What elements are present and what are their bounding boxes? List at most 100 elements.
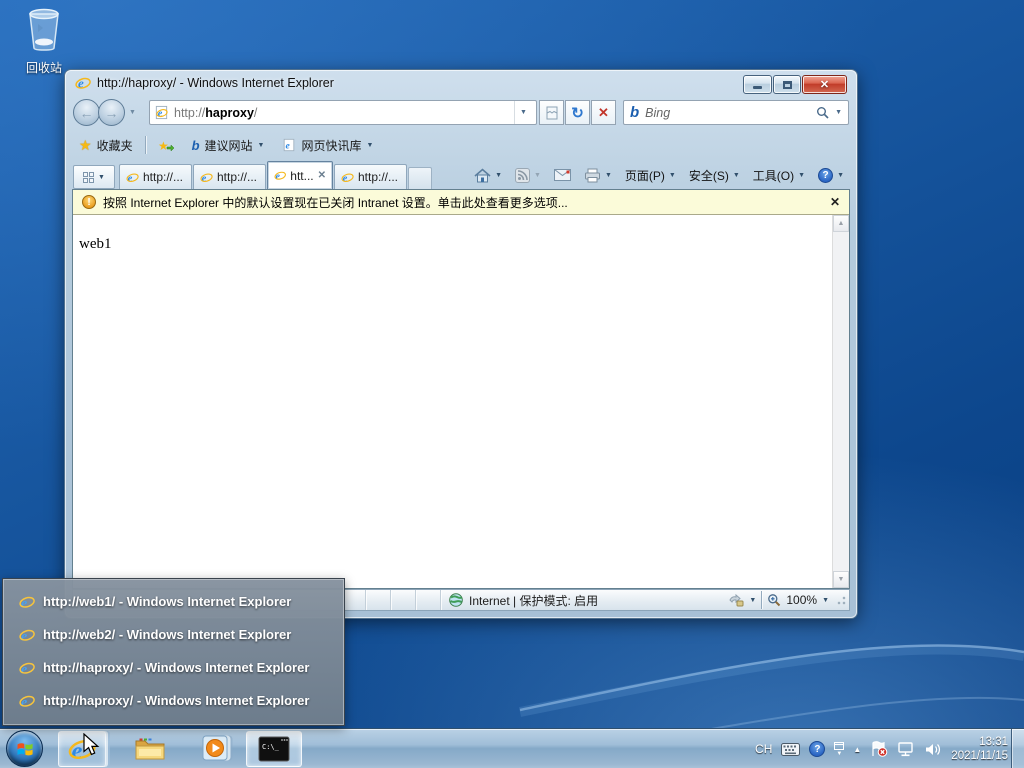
suggested-sites-button[interactable]: b 建议网站 ▼ xyxy=(186,134,271,157)
show-hidden-icons-button[interactable]: ▲ xyxy=(853,745,861,754)
close-button[interactable]: ✕ xyxy=(802,75,847,94)
read-mail-button[interactable] xyxy=(549,167,576,183)
ie-icon: e xyxy=(341,171,354,184)
security-zone: Internet | 保护模式: 启用 xyxy=(441,592,606,609)
keyboard-icon[interactable] xyxy=(781,743,800,756)
zoom-dropdown[interactable]: ▼ xyxy=(822,597,829,604)
chevron-down-icon: ▼ xyxy=(837,172,844,179)
taskbar-clock[interactable]: 13:31 2021/11/15 xyxy=(951,735,1008,764)
tray-help-icon[interactable]: ? xyxy=(809,741,825,757)
information-bar-text[interactable]: 按照 Internet Explorer 中的默认设置现在已关闭 Intrane… xyxy=(103,194,568,211)
add-favorites-bar-button[interactable]: ★ xyxy=(152,135,180,155)
safety-menu-button[interactable]: 安全(S) ▼ xyxy=(684,165,745,186)
internet-globe-icon xyxy=(449,593,463,607)
tools-menu-button[interactable]: 工具(O) ▼ xyxy=(748,165,810,186)
web-slices-button[interactable]: e 网页快讯库 ▼ xyxy=(276,134,379,157)
refresh-button[interactable]: ↻ xyxy=(565,100,590,125)
page-menu-button[interactable]: 页面(P) ▼ xyxy=(620,165,681,186)
ie-icon: e xyxy=(19,594,35,610)
chevron-down-icon: ▼ xyxy=(367,142,374,149)
tab-label: http://... xyxy=(358,170,398,184)
back-icon: ← xyxy=(80,105,94,121)
window-list-item[interactable]: e http://haproxy/ - Windows Internet Exp… xyxy=(3,651,344,684)
safety-menu-label: 安全(S) xyxy=(689,167,729,184)
window-list-item[interactable]: e http://haproxy/ - Windows Internet Exp… xyxy=(3,684,344,717)
suggested-sites-icon: b xyxy=(192,138,200,153)
printer-icon xyxy=(584,168,601,183)
taskbar-cmd-button[interactable]: C:\_ xyxy=(246,731,302,767)
forward-icon: → xyxy=(105,105,119,121)
forward-button[interactable]: → xyxy=(98,99,125,126)
window-list-item[interactable]: e http://web1/ - Windows Internet Explor… xyxy=(3,585,344,618)
search-icon[interactable] xyxy=(816,106,829,119)
tools-menu-label: 工具(O) xyxy=(753,167,794,184)
home-button[interactable]: ▼ xyxy=(469,166,507,185)
volume-icon[interactable] xyxy=(924,742,942,757)
resize-grip[interactable] xyxy=(836,595,846,605)
chevron-down-icon: ▼ xyxy=(669,172,676,179)
quick-tabs-button[interactable]: ▼ xyxy=(73,165,115,189)
folder-icon xyxy=(134,736,166,762)
web-slices-label: 网页快讯库 xyxy=(301,137,361,154)
warning-icon: ! xyxy=(82,195,96,209)
address-dropdown[interactable]: ▼ xyxy=(514,101,532,124)
page-body-text: web1 xyxy=(73,215,832,253)
address-text[interactable]: http://haproxy/ xyxy=(174,106,509,120)
action-center-flag-icon[interactable] xyxy=(870,741,888,757)
page-content: web1 xyxy=(73,215,832,588)
window-list-label: http://web1/ - Windows Internet Explorer xyxy=(43,594,291,609)
zoom-level[interactable]: 100% xyxy=(786,593,817,607)
scroll-up-button[interactable]: ▲ xyxy=(833,215,849,232)
stop-button[interactable]: ✕ xyxy=(591,100,616,125)
address-bar[interactable]: e http://haproxy/ ▼ xyxy=(149,100,537,125)
maximize-button[interactable] xyxy=(773,75,801,94)
scroll-down-button[interactable]: ▼ xyxy=(833,571,849,588)
tab-4[interactable]: e http://... xyxy=(334,164,407,189)
network-icon[interactable] xyxy=(897,742,915,757)
taskbar: e C:\_ xyxy=(0,728,1024,768)
information-bar-close-icon[interactable]: ✕ xyxy=(830,195,840,209)
start-button[interactable] xyxy=(6,730,43,767)
back-button[interactable]: ← xyxy=(73,99,100,126)
show-desktop-button[interactable] xyxy=(1011,729,1024,768)
windows-logo-icon xyxy=(15,739,35,759)
history-dropdown[interactable]: ▼ xyxy=(129,109,136,116)
recycle-bin-icon xyxy=(24,6,64,52)
taskbar-explorer-button[interactable] xyxy=(128,731,172,767)
new-tab-button[interactable] xyxy=(408,167,432,189)
status-segment xyxy=(366,590,391,610)
help-menu-button[interactable]: ? ▼ xyxy=(813,166,849,185)
taskbar-media-player-button[interactable] xyxy=(194,731,238,767)
print-button[interactable]: ▼ xyxy=(579,166,617,185)
tab-1[interactable]: e http://... xyxy=(119,164,192,189)
vertical-scrollbar[interactable]: ▲ ▼ xyxy=(832,215,849,588)
compatibility-view-button[interactable] xyxy=(539,100,564,125)
window-title: http://haproxy/ - Windows Internet Explo… xyxy=(97,76,334,90)
window-list-item[interactable]: e http://web2/ - Windows Internet Explor… xyxy=(3,618,344,651)
compatibility-mode-icon[interactable] xyxy=(728,594,744,607)
tray-window-icon[interactable]: ▼ xyxy=(834,742,844,757)
tab-close-icon[interactable]: ✕ xyxy=(318,170,326,181)
media-player-icon xyxy=(202,735,230,763)
recycle-bin[interactable]: 回收站 xyxy=(12,6,76,76)
tab-label: http://... xyxy=(143,170,183,184)
tab-3-active[interactable]: e htt... ✕ xyxy=(267,161,333,189)
feeds-button[interactable]: ▼ xyxy=(510,166,546,185)
svg-text:e: e xyxy=(286,141,291,152)
favorites-button[interactable]: ★ 收藏夹 xyxy=(73,134,139,157)
minimize-button[interactable] xyxy=(743,75,772,94)
title-bar[interactable]: e http://haproxy/ - Windows Internet Exp… xyxy=(65,70,857,96)
chevron-down-icon[interactable]: ▼ xyxy=(749,597,756,604)
browser-client-area: ! 按照 Internet Explorer 中的默认设置现在已关闭 Intra… xyxy=(72,189,850,589)
ime-indicator[interactable]: CH xyxy=(755,742,772,756)
command-bar: ▼ ▼ xyxy=(469,162,849,188)
search-placeholder[interactable]: Bing xyxy=(645,106,810,120)
search-dropdown[interactable]: ▼ xyxy=(835,109,842,116)
search-box[interactable]: b Bing ▼ xyxy=(623,100,849,125)
stop-icon: ✕ xyxy=(598,105,609,121)
status-segment xyxy=(416,590,441,610)
tab-2[interactable]: e http://... xyxy=(193,164,266,189)
information-bar[interactable]: ! 按照 Internet Explorer 中的默认设置现在已关闭 Intra… xyxy=(73,190,849,215)
ie-icon: e xyxy=(19,693,35,709)
quick-tabs-icon xyxy=(83,172,94,183)
